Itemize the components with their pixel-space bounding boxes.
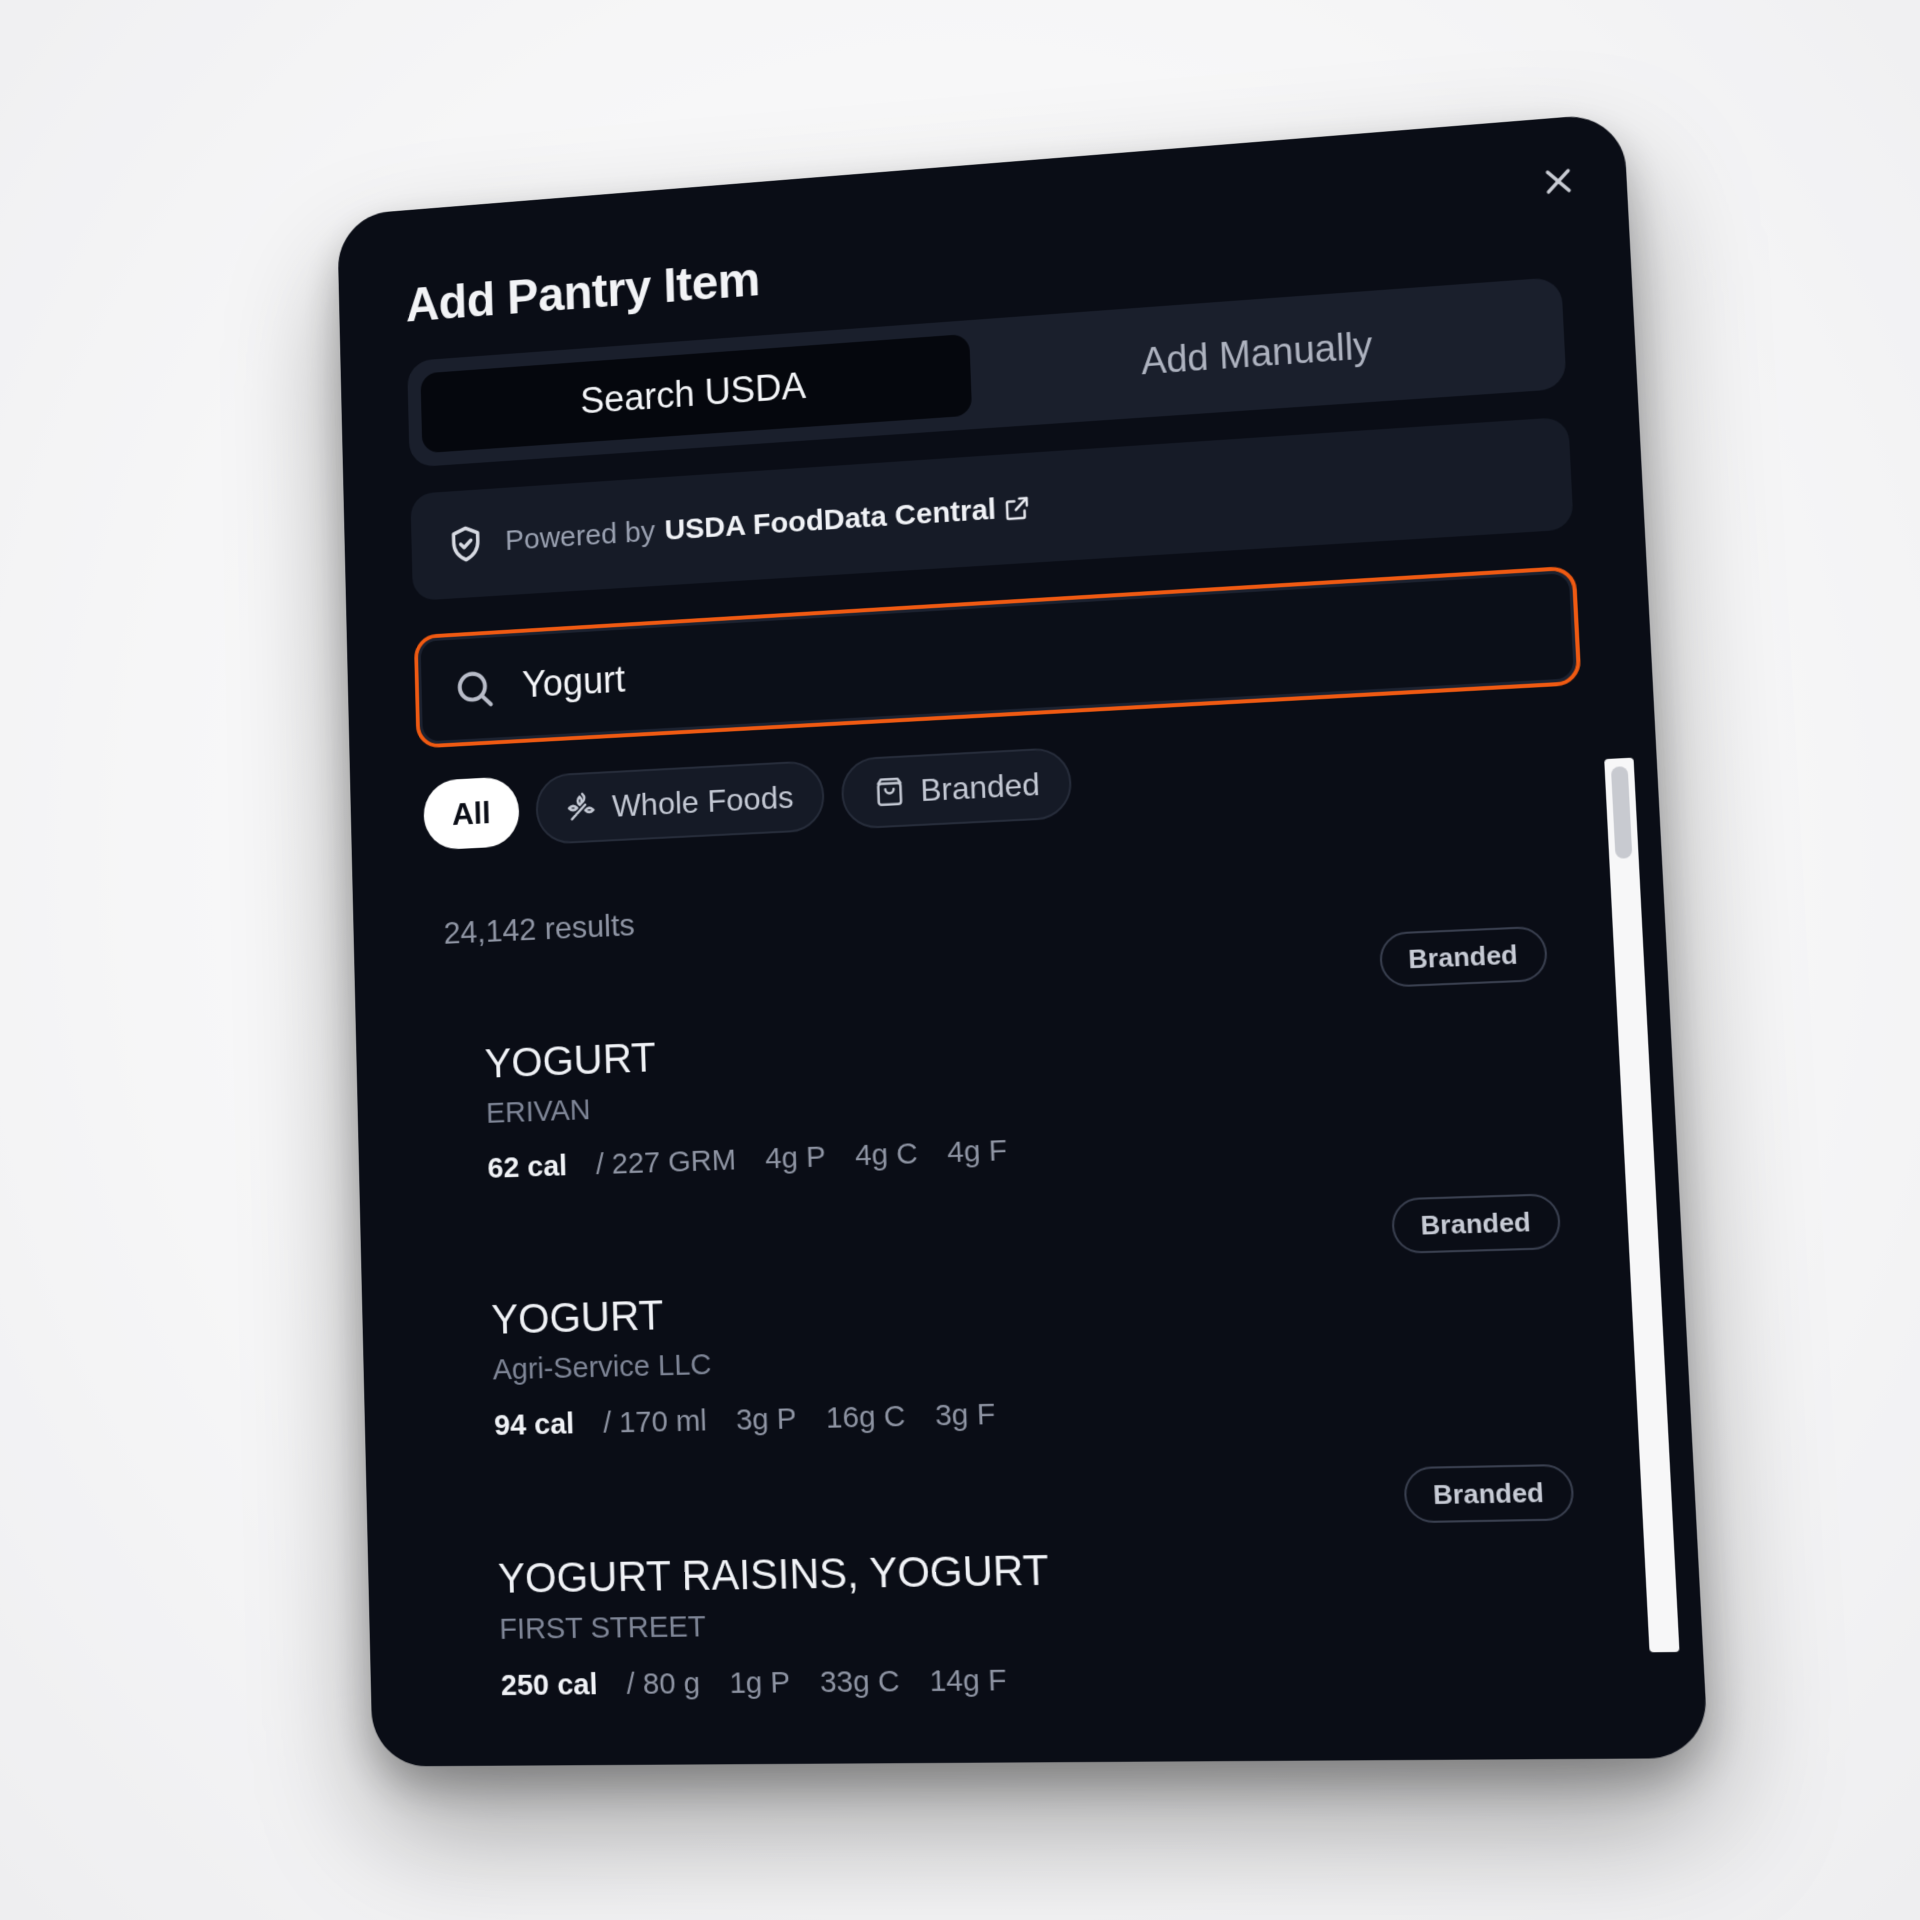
filter-whole-foods[interactable]: Whole Foods xyxy=(534,759,826,846)
results-scrollbar[interactable] xyxy=(1604,757,1680,1653)
carbs: 4g C xyxy=(854,1137,919,1173)
dialog-title: Add Pantry Item xyxy=(405,251,761,332)
type-badge: Branded xyxy=(1378,925,1549,988)
wheat-icon xyxy=(566,790,599,825)
external-link-icon[interactable] xyxy=(1001,493,1032,524)
fat: 3g F xyxy=(934,1397,996,1433)
protein: 4g P xyxy=(764,1140,827,1176)
powered-by-label: Powered by xyxy=(504,515,656,557)
close-icon xyxy=(1537,160,1580,203)
serving-size: / 170 ml xyxy=(602,1404,708,1440)
backdrop: Add Pantry Item Search USDA Add Manually… xyxy=(0,0,1920,1920)
search-field xyxy=(413,565,1582,749)
calories: 94 cal xyxy=(493,1407,575,1443)
search-icon xyxy=(452,665,496,712)
scrollbar-thumb[interactable] xyxy=(1610,766,1633,859)
shopping-bag-icon xyxy=(873,774,907,809)
results-count: 24,142 results xyxy=(443,906,636,951)
food-brand: ERIVAN xyxy=(485,1093,591,1130)
filter-whole-foods-label: Whole Foods xyxy=(611,778,794,824)
calories: 62 cal xyxy=(487,1149,568,1185)
tab-search-usda[interactable]: Search USDA xyxy=(420,333,973,454)
list-item[interactable]: Branded YOGURT RAISINS, YOGURT FIRST STR… xyxy=(457,1463,1585,1746)
filter-branded[interactable]: Branded xyxy=(840,746,1074,830)
protein: 3g P xyxy=(735,1402,798,1437)
filter-all-label: All xyxy=(451,794,491,832)
food-name: YOGURT xyxy=(484,1033,657,1087)
food-brand: FIRST STREET xyxy=(499,1610,707,1646)
list-item[interactable]: Branded YOGURT Agri-Service LLC 94 cal /… xyxy=(451,1193,1572,1486)
add-pantry-item-dialog: Add Pantry Item Search USDA Add Manually… xyxy=(337,112,1709,1767)
nutrition-summary: 62 cal / 227 GRM 4g P 4g C 4g F xyxy=(487,1134,1008,1186)
shield-check-icon xyxy=(445,522,487,567)
close-button[interactable] xyxy=(1537,160,1580,203)
food-name: YOGURT RAISINS, YOGURT xyxy=(497,1545,1050,1602)
serving-size: / 227 GRM xyxy=(595,1143,737,1182)
list-item[interactable]: Branded YOGURT ERIVAN 62 cal / 227 GRM 4… xyxy=(445,925,1559,1229)
protein: 1g P xyxy=(728,1665,791,1701)
food-brand: Agri-Service LLC xyxy=(492,1348,712,1387)
nutrition-summary: 250 cal / 80 g 1g P 33g C 14g F xyxy=(500,1664,1007,1704)
food-name: YOGURT xyxy=(490,1291,665,1343)
carbs: 33g C xyxy=(819,1664,901,1700)
carbs: 16g C xyxy=(825,1399,906,1435)
type-badge: Branded xyxy=(1402,1463,1575,1524)
results-list: Branded YOGURT ERIVAN 62 cal / 227 GRM 4… xyxy=(445,925,1586,1746)
fat: 4g F xyxy=(946,1133,1008,1170)
fat: 14g F xyxy=(928,1663,1008,1699)
filter-branded-label: Branded xyxy=(919,765,1041,808)
usda-fooddata-link[interactable]: USDA FoodData Central xyxy=(664,493,997,547)
calories: 250 cal xyxy=(500,1667,599,1703)
tab-add-manually[interactable]: Add Manually xyxy=(969,292,1551,416)
search-input[interactable] xyxy=(519,612,1411,708)
serving-size: / 80 g xyxy=(626,1666,701,1702)
filter-all[interactable]: All xyxy=(423,776,520,851)
filter-chips: All Whole Foods Branded xyxy=(423,746,1074,851)
nutrition-summary: 94 cal / 170 ml 3g P 16g C 3g F xyxy=(494,1398,996,1443)
type-badge: Branded xyxy=(1390,1193,1562,1254)
